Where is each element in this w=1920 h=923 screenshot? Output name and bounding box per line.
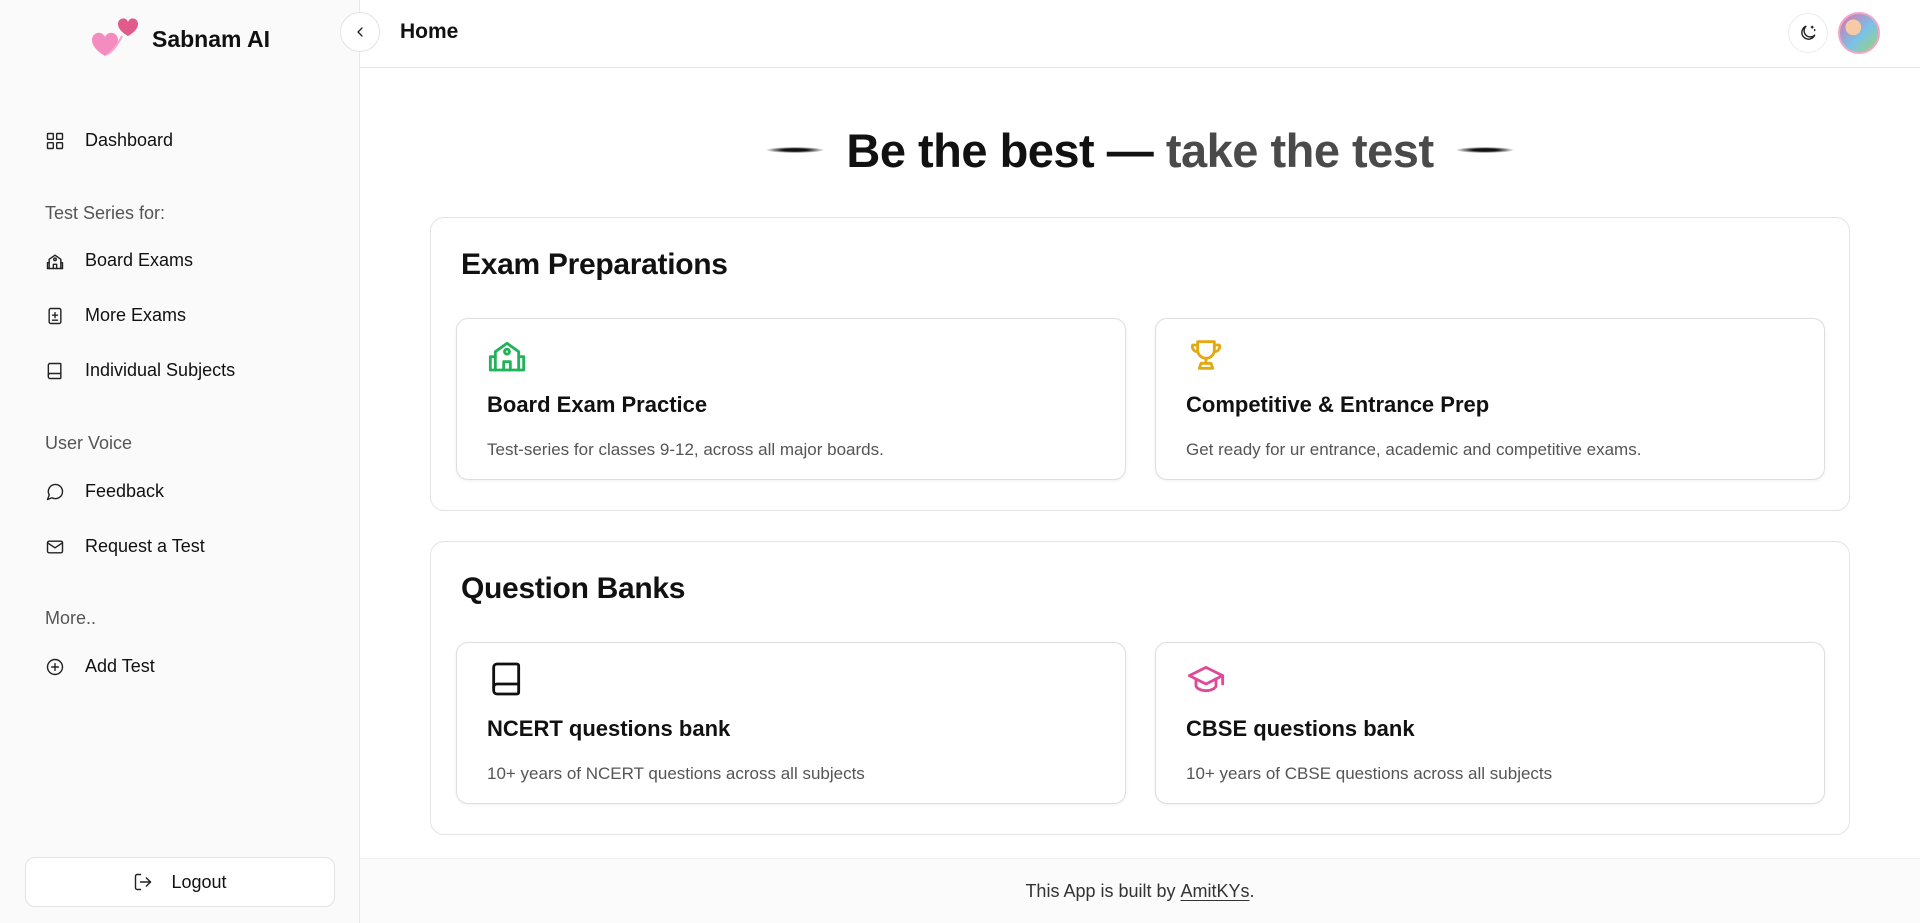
footer: This App is built by AmitKYs. xyxy=(360,858,1920,923)
card-board-exam-practice[interactable]: Board Exam Practice Test-series for clas… xyxy=(456,318,1126,480)
sidebar-item-label: Individual Subjects xyxy=(85,360,236,380)
book-icon xyxy=(487,659,527,699)
hero-decor-left xyxy=(766,147,825,153)
sidebar-item-label: Add Test xyxy=(85,656,155,676)
exam-preparations-panel: Exam Preparations Board Exam Practice Te… xyxy=(430,217,1850,511)
section-label-user-voice: User Voice xyxy=(45,433,133,453)
logout-label: Logout xyxy=(171,871,227,892)
card-competitive-entrance-prep[interactable]: Competitive & Entrance Prep Get ready fo… xyxy=(1155,318,1825,480)
brand[interactable]: Sabnam AI xyxy=(88,14,270,64)
top-header: Home xyxy=(340,0,1920,68)
sidebar-item-label: Board Exams xyxy=(85,250,194,270)
sidebar-item-request-test[interactable]: Request a Test xyxy=(45,536,205,557)
hero-heading: Be the best — take the test xyxy=(760,120,1520,180)
section-label-more: More.. xyxy=(45,608,97,628)
sidebar-item-dashboard[interactable]: Dashboard xyxy=(45,130,173,151)
panel-title: Question Banks xyxy=(461,572,686,605)
moon-icon xyxy=(1801,25,1816,40)
card-title: NCERT questions bank xyxy=(487,716,731,741)
page-title: Home xyxy=(400,20,459,43)
card-ncert-questions-bank[interactable]: NCERT questions bank 10+ years of NCERT … xyxy=(456,642,1126,804)
section-label-test-series: Test Series for: xyxy=(45,203,166,223)
notebook-icon xyxy=(47,362,62,379)
chevron-left-icon xyxy=(357,27,363,37)
logout-icon xyxy=(135,873,152,891)
message-circle-icon xyxy=(46,483,64,500)
book-plus-icon xyxy=(48,307,62,324)
question-banks-panel: Question Banks NCERT questions bank 10+ … xyxy=(430,541,1850,835)
hearts-logo-icon xyxy=(88,14,142,64)
plus-circle-icon xyxy=(46,658,64,675)
school-icon xyxy=(487,335,527,375)
brand-name: Sabnam AI xyxy=(152,25,271,52)
collapse-sidebar-button[interactable] xyxy=(340,12,380,52)
hero-text: Be the best — take the test xyxy=(846,123,1434,178)
sidebar-item-more-exams[interactable]: More Exams xyxy=(45,305,186,326)
card-title: Competitive & Entrance Prep xyxy=(1186,392,1490,417)
card-description: 10+ years of CBSE questions across all s… xyxy=(1186,764,1553,783)
sidebar-item-add-test[interactable]: Add Test xyxy=(45,656,155,677)
panel-title: Exam Preparations xyxy=(461,248,728,281)
sidebar-item-label: More Exams xyxy=(85,305,187,325)
hero-text-part2: take the test xyxy=(1165,123,1434,177)
footer-prefix: This App is built by xyxy=(1025,880,1176,901)
author-link[interactable]: AmitKYs xyxy=(1181,881,1250,902)
sidebar-item-label: Dashboard xyxy=(85,130,174,150)
sidebar: Sabnam AI Dashboard Test Series for: Boa… xyxy=(0,0,360,923)
card-description: Test-series for classes 9-12, across all… xyxy=(487,440,884,459)
sidebar-item-feedback[interactable]: Feedback xyxy=(45,481,164,502)
avatar[interactable] xyxy=(1838,12,1880,54)
card-title: CBSE questions bank xyxy=(1186,716,1415,741)
sidebar-item-individual-subjects[interactable]: Individual Subjects xyxy=(45,360,235,381)
trophy-icon xyxy=(1186,335,1226,375)
mail-icon xyxy=(46,539,64,554)
hero-decor-right xyxy=(1455,147,1514,153)
sidebar-item-label: Request a Test xyxy=(85,536,205,556)
sidebar-item-label: Feedback xyxy=(85,481,165,501)
sidebar-item-board-exams[interactable]: Board Exams xyxy=(45,250,193,271)
card-cbse-questions-bank[interactable]: CBSE questions bank 10+ years of CBSE qu… xyxy=(1155,642,1825,804)
footer-suffix: . xyxy=(1249,880,1255,901)
card-title: Board Exam Practice xyxy=(487,392,708,417)
grid-icon xyxy=(46,132,64,149)
theme-toggle-button[interactable] xyxy=(1788,13,1828,53)
card-description: Get ready for ur entrance, academic and … xyxy=(1186,440,1642,459)
graduation-cap-icon xyxy=(1186,659,1226,699)
hero-text-part1: Be the best — xyxy=(846,123,1166,177)
card-description: 10+ years of NCERT questions across all … xyxy=(487,764,865,783)
logout-button[interactable]: Logout xyxy=(25,857,335,907)
school-icon xyxy=(46,253,64,269)
